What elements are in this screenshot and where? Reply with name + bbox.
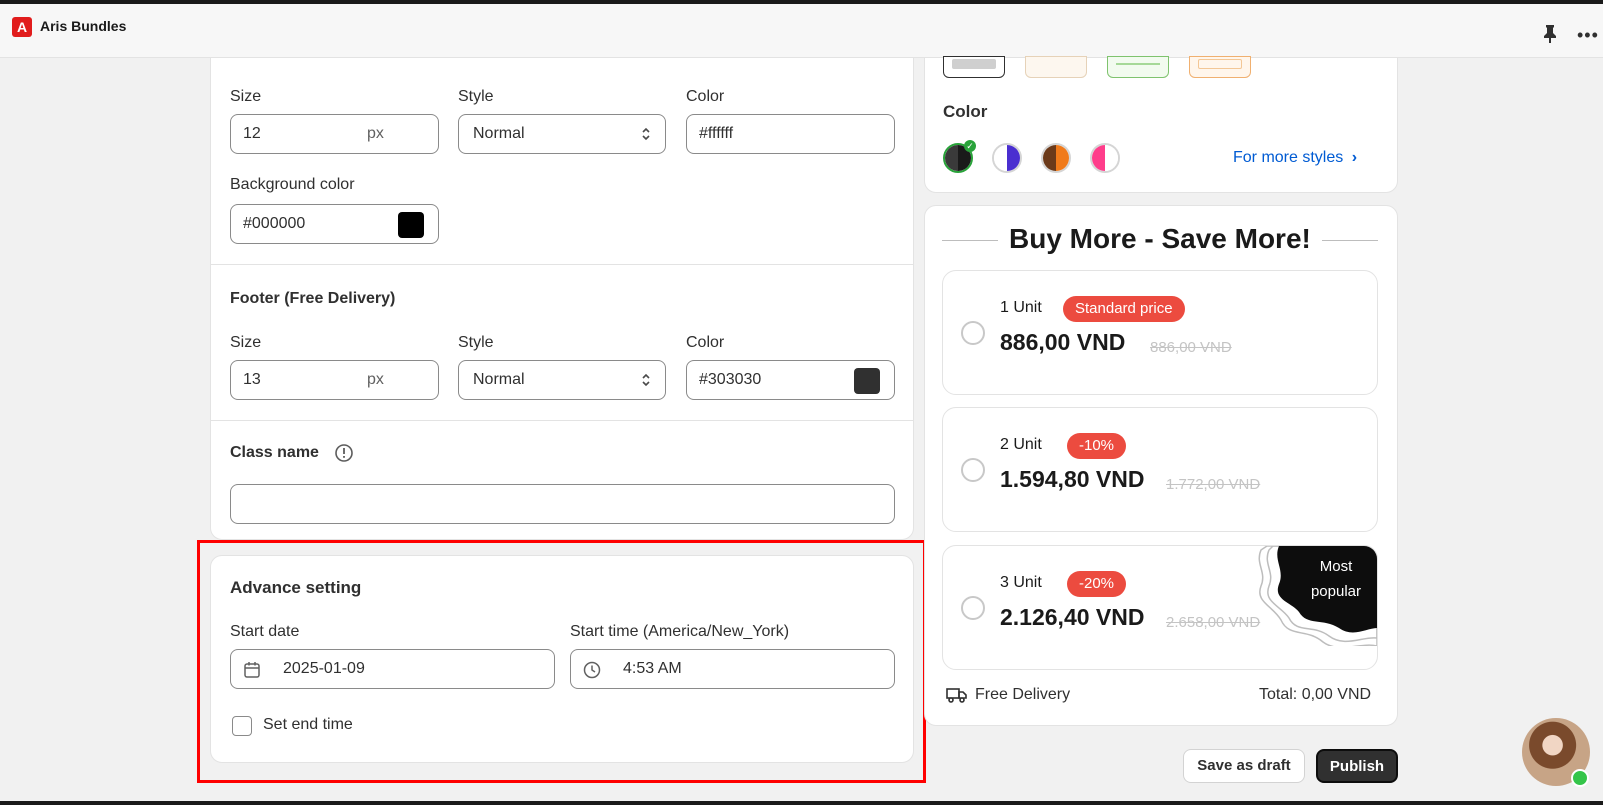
section-divider [211, 420, 913, 421]
highlight-box [197, 540, 926, 783]
selected-check-icon: ✓ [964, 140, 976, 152]
offer-card-1[interactable]: 1 Unit Standard price 886,00 VND 886,00 … [942, 270, 1378, 395]
app-header: A Aris Bundles ••• [0, 4, 1603, 58]
color-option-pink[interactable] [1090, 143, 1120, 173]
footer-color-input[interactable]: #303030 [686, 360, 895, 400]
offer-card-3[interactable]: 3 Unit -20% 2.126,40 VND 2.658,00 VND Mo… [942, 545, 1378, 670]
settings-card: Size Style Color 12 px Normal #ffffff Ba… [210, 58, 914, 540]
offer-old-price: 2.658,00 VND [1166, 614, 1261, 631]
total-text: Total: 0,00 VND [1259, 686, 1372, 703]
heading-rule-right [1322, 240, 1378, 241]
offer-price: 2.126,40 VND [1000, 604, 1145, 630]
color-section-title: Color [943, 102, 988, 121]
most-popular-label: Most popular [1310, 558, 1362, 600]
color-swatch[interactable] [398, 212, 424, 238]
px-suffix: px [367, 125, 384, 142]
offer-units: 1 Unit [1000, 299, 1042, 316]
footer-section-title: Footer (Free Delivery) [230, 290, 396, 307]
app-title: Aris Bundles [40, 18, 127, 34]
px-suffix: px [367, 371, 384, 388]
text-size-input[interactable]: 12 px [230, 114, 439, 154]
preview-heading: Buy More - Save More! [1009, 223, 1311, 254]
footer-size-input[interactable]: 13 px [230, 360, 439, 400]
offer-price: 886,00 VND [1000, 329, 1126, 355]
offer-card-2[interactable]: 2 Unit -10% 1.594,80 VND 1.772,00 VND [942, 407, 1378, 532]
color-label: Color [686, 334, 725, 351]
style-label: Style [458, 334, 494, 351]
color-swatch[interactable] [854, 122, 880, 148]
offer-radio[interactable] [961, 458, 985, 482]
save-as-draft-button[interactable]: Save as draft [1183, 749, 1305, 783]
info-icon[interactable] [334, 443, 354, 463]
heading-rule-left [942, 240, 998, 241]
layout-thumbnail[interactable] [1189, 56, 1251, 78]
text-style-select[interactable]: Normal [458, 114, 666, 154]
class-name-title: Class name [230, 444, 319, 461]
style-label: Style [458, 88, 494, 105]
color-swatch[interactable] [854, 368, 880, 394]
color-label: Color [686, 88, 725, 105]
offer-badge: Standard price [1063, 296, 1185, 322]
online-status-dot [1571, 769, 1589, 787]
offer-radio[interactable] [961, 321, 985, 345]
offer-old-price: 1.772,00 VND [1166, 476, 1261, 493]
color-option-orange[interactable] [1041, 143, 1071, 173]
chevron-right-icon: › [1351, 149, 1358, 166]
footer-style-select[interactable]: Normal [458, 360, 666, 400]
offer-units: 3 Unit [1000, 574, 1042, 591]
window-bottom-edge [0, 801, 1603, 805]
layout-thumbnail[interactable] [943, 56, 1005, 78]
background-color-label: Background color [230, 176, 355, 193]
offer-price: 1.594,80 VND [1000, 466, 1145, 492]
publish-button[interactable]: Publish [1316, 749, 1398, 783]
size-label: Size [230, 88, 262, 105]
truck-icon [946, 688, 967, 703]
style-panel-card: Color ✓ For more styles › [924, 56, 1398, 193]
offer-radio[interactable] [961, 596, 985, 620]
offer-units: 2 Unit [1000, 436, 1042, 453]
text-color-input[interactable]: #ffffff [686, 114, 895, 154]
background-color-input[interactable]: #000000 [230, 204, 439, 244]
pin-icon[interactable] [1542, 24, 1558, 44]
offer-badge: -10% [1067, 433, 1127, 459]
select-chevron-icon [642, 373, 650, 387]
offer-old-price: 886,00 VND [1150, 339, 1232, 356]
app-logo: A [12, 17, 32, 37]
offer-badge: -20% [1067, 571, 1127, 597]
section-divider [211, 264, 913, 265]
more-styles-link[interactable]: For more styles › [1233, 149, 1357, 167]
more-options-icon[interactable]: ••• [1577, 26, 1599, 44]
free-delivery-text: Free Delivery [975, 686, 1071, 703]
color-option-purple[interactable] [992, 143, 1022, 173]
layout-thumbnail[interactable] [1025, 56, 1087, 78]
class-name-input[interactable] [230, 484, 895, 524]
layout-thumbnail[interactable] [1107, 56, 1169, 78]
size-label: Size [230, 334, 262, 351]
select-chevron-icon [642, 127, 650, 141]
